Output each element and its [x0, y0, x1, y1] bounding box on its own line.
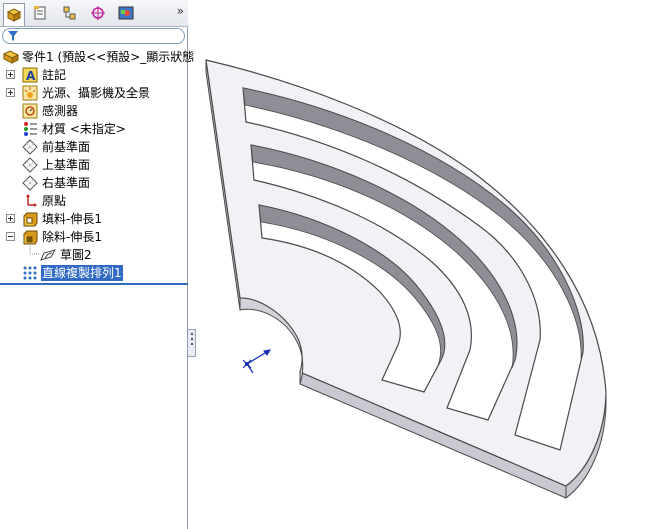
part-icon — [3, 49, 19, 65]
collapse-toggle[interactable] — [6, 232, 15, 241]
graphics-area[interactable] — [189, 0, 653, 529]
tree-item-sketch2[interactable]: 草圖2 — [0, 242, 188, 264]
annotation-icon: A — [22, 67, 38, 83]
tree-item-front-plane[interactable]: 前基準面 — [0, 138, 188, 156]
tree-item-material[interactable]: 材質 <未指定> — [0, 120, 188, 138]
plane-icon — [22, 157, 38, 173]
crosshair-icon — [91, 6, 105, 20]
expand-toggle[interactable] — [6, 70, 15, 79]
tree-item-annotations[interactable]: A 註記 — [0, 66, 188, 84]
reference-triad — [242, 349, 271, 374]
tree-item-label: 前基準面 — [42, 140, 91, 154]
material-icon — [22, 121, 38, 137]
linear-pattern-icon — [22, 265, 38, 281]
tab-feature-manager[interactable] — [3, 3, 25, 26]
tree-item-label: 上基準面 — [42, 158, 91, 172]
plane-icon — [22, 175, 38, 191]
display-icon — [118, 6, 134, 20]
tree-root-label: 零件1 (預設<<預設>_顯示狀態 — [22, 50, 195, 64]
filter-icon — [8, 31, 18, 41]
sketch-icon — [40, 247, 56, 263]
svg-text:A: A — [26, 69, 36, 83]
origin-icon — [22, 193, 38, 209]
configuration-icon — [63, 6, 76, 20]
tree-item-right-plane[interactable]: 右基準面 — [0, 174, 188, 192]
tree-item-origin[interactable]: 原點 — [0, 192, 188, 210]
plane-icon — [22, 139, 38, 155]
tab-configuration-manager[interactable] — [59, 3, 81, 23]
rollback-bar[interactable] — [0, 283, 188, 285]
manager-tab-bar: » — [0, 0, 188, 27]
tree-item-boss-extrude1[interactable]: 填料-伸長1 — [0, 210, 188, 228]
tree-item-label: 原點 — [42, 194, 67, 208]
boss-extrude-icon — [22, 211, 38, 227]
tree-item-label: 註記 — [42, 68, 67, 82]
tab-dimxpert-manager[interactable] — [87, 3, 109, 23]
more-tabs-chevron[interactable]: » — [177, 4, 184, 18]
tree-item-sensors[interactable]: 感測器 — [0, 102, 188, 120]
sensor-icon — [22, 103, 38, 119]
tab-property-manager[interactable] — [29, 3, 51, 23]
tree-item-label: 感測器 — [42, 104, 79, 118]
lights-icon — [22, 85, 38, 101]
tree-item-lights[interactable]: 光源、攝影機及全景 — [0, 84, 188, 102]
tree-item-label-selected: 直線複製排列1 — [41, 265, 123, 281]
feature-filter-input[interactable] — [2, 28, 185, 44]
tree-item-top-plane[interactable]: 上基準面 — [0, 156, 188, 174]
tree-item-label: 材質 <未指定> — [42, 122, 126, 136]
tab-display-manager[interactable] — [115, 3, 137, 23]
expand-toggle[interactable] — [6, 214, 15, 223]
property-icon — [34, 6, 46, 20]
tree-item-label: 草圖2 — [60, 248, 92, 262]
tree-item-label: 右基準面 — [42, 176, 91, 190]
tree-item-label: 除料-伸長1 — [42, 230, 102, 244]
tree-item-linear-pattern1[interactable]: 直線複製排列1 — [0, 264, 188, 282]
tree-item-label: 光源、攝影機及全景 — [42, 86, 151, 100]
expand-toggle[interactable] — [6, 88, 15, 97]
feature-tree-icon — [6, 8, 22, 22]
tree-item-label: 填料-伸長1 — [42, 212, 102, 226]
feature-manager-panel: » 零件1 (預設<<預設>_顯示狀態 A 註記 光源、攝影機及全景 感測器 材… — [0, 0, 194, 529]
tree-root-part[interactable]: 零件1 (預設<<預設>_顯示狀態 — [0, 48, 194, 66]
